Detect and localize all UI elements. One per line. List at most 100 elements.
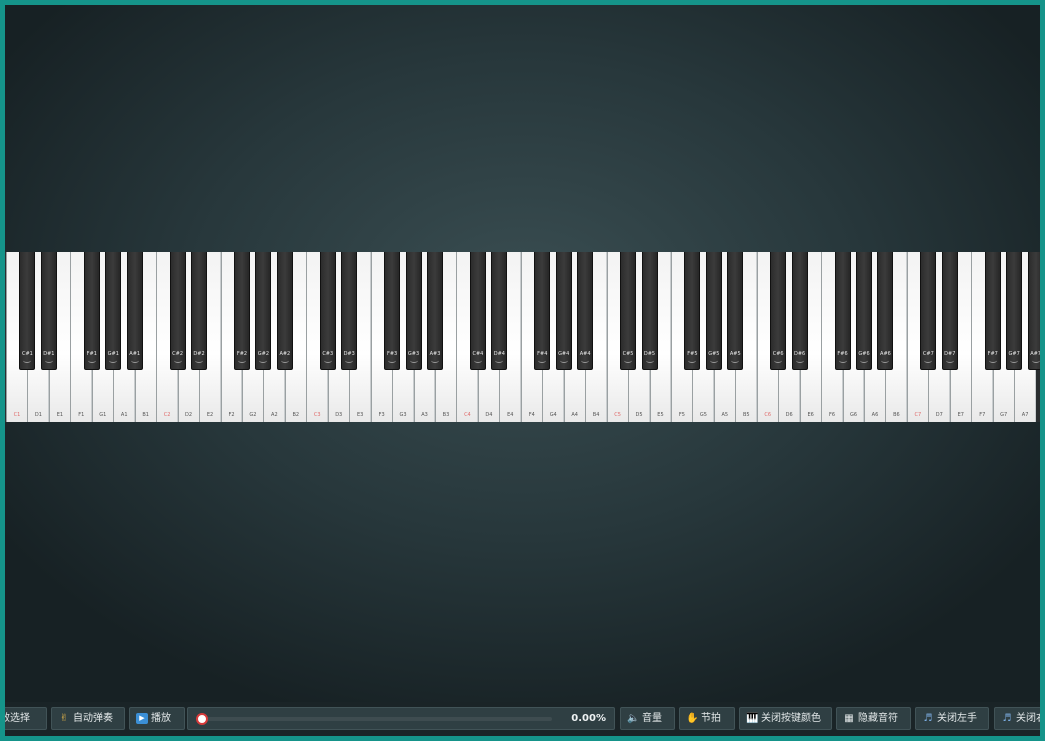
black-key-csharp6[interactable]: C#6: [770, 252, 787, 370]
black-key-dsharp7[interactable]: D#7: [941, 252, 958, 370]
black-key-asharp7[interactable]: A#7: [1027, 252, 1040, 370]
black-key-gsharp3[interactable]: G#3: [405, 252, 422, 370]
right-hand-notes-icon: ♬: [1002, 713, 1012, 724]
white-key-label: F2: [228, 412, 235, 418]
black-key-gsharp1[interactable]: G#1: [105, 252, 122, 370]
black-key-label: A#1: [129, 351, 141, 357]
black-key-arc: [1010, 358, 1019, 363]
black-key-asharp1[interactable]: A#1: [126, 252, 143, 370]
app-window: C1 D1 E1 F1 G1 A1 B1 C2 D2 E2 F2 G2 A2 B2 C3 D3 E3 F3 G3 A3…: [5, 5, 1040, 736]
black-key-fsharp1[interactable]: F#1: [83, 252, 100, 370]
black-key-label: C#4: [472, 351, 484, 357]
black-key-asharp4[interactable]: A#4: [577, 252, 594, 370]
black-key-arc: [195, 358, 204, 363]
black-key-label: F#4: [537, 351, 548, 357]
volume-button[interactable]: 🔈 音量: [620, 707, 675, 730]
black-key-fsharp4[interactable]: F#4: [534, 252, 551, 370]
black-key-arc: [130, 358, 139, 363]
white-key-label: C7: [914, 412, 922, 418]
black-key-fsharp3[interactable]: F#3: [384, 252, 401, 370]
white-key-label: F1: [78, 412, 85, 418]
black-key-gsharp2[interactable]: G#2: [255, 252, 272, 370]
right-hand-button[interactable]: ♬ 关闭右手: [994, 707, 1040, 730]
metronome-button[interactable]: ✋ 节拍: [679, 707, 735, 730]
black-key-arc: [645, 358, 654, 363]
black-key-arc: [23, 358, 32, 363]
white-key-label: D7: [935, 412, 943, 418]
black-key-fsharp2[interactable]: F#2: [233, 252, 250, 370]
white-key-label: F7: [979, 412, 986, 418]
white-key-label: B2: [292, 412, 300, 418]
key-color-button[interactable]: 🎹 关闭按键颜色: [739, 707, 832, 730]
black-key-label: G#6: [858, 351, 870, 357]
black-key-fsharp7[interactable]: F#7: [984, 252, 1001, 370]
black-key-asharp5[interactable]: A#5: [727, 252, 744, 370]
auto-play-button[interactable]: ✌ 自动弹奏: [51, 707, 125, 730]
right-hand-label: 关闭右手: [1016, 713, 1040, 724]
black-key-csharp4[interactable]: C#4: [469, 252, 486, 370]
piano-icon: 🎹: [746, 713, 759, 724]
play-label: 播放: [151, 713, 171, 724]
black-key-asharp2[interactable]: A#2: [276, 252, 293, 370]
left-hand-label: 关闭左手: [937, 713, 977, 724]
black-key-arc: [924, 358, 933, 363]
black-key-gsharp4[interactable]: G#4: [555, 252, 572, 370]
white-key-label: E3: [356, 412, 364, 418]
black-key-label: F#7: [987, 351, 998, 357]
white-key-label: C6: [764, 412, 772, 418]
black-key-label: F#1: [86, 351, 97, 357]
white-key-label: D3: [335, 412, 343, 418]
white-key-label: A4: [571, 412, 578, 418]
black-key-asharp3[interactable]: A#3: [427, 252, 443, 370]
black-key-arc: [559, 358, 568, 363]
black-key-arc: [109, 358, 118, 363]
white-key-label: D6: [785, 412, 793, 418]
black-key-csharp1[interactable]: C#1: [19, 252, 36, 370]
black-key-dsharp1[interactable]: D#1: [40, 252, 57, 370]
black-key-label: C#2: [172, 351, 184, 357]
black-key-dsharp5[interactable]: D#5: [641, 252, 658, 370]
black-key-dsharp6[interactable]: D#6: [791, 252, 808, 370]
black-key-arc: [431, 358, 439, 363]
black-key-label: F#3: [386, 351, 398, 357]
black-key-label: G#2: [257, 351, 270, 357]
black-key-csharp7[interactable]: C#7: [920, 252, 937, 370]
progress-bar[interactable]: 0.00%: [187, 707, 615, 730]
black-key-label: A#7: [1030, 351, 1040, 357]
black-key-label: C#3: [322, 351, 334, 357]
white-key-label: B6: [893, 412, 900, 418]
black-key-csharp3[interactable]: C#3: [319, 252, 336, 370]
clap-icon: ✋: [686, 713, 699, 724]
black-key-csharp2[interactable]: C#2: [169, 252, 186, 370]
notes-icon: ▦: [844, 713, 854, 724]
black-key-asharp6[interactable]: A#6: [877, 252, 894, 370]
hide-notes-button[interactable]: ▦ 隐藏音符: [836, 707, 911, 730]
black-key-dsharp4[interactable]: D#4: [491, 252, 508, 370]
black-key-label: A#2: [279, 351, 291, 357]
white-key-label: D4: [485, 412, 493, 418]
black-key-label: D#3: [343, 351, 355, 357]
black-key-arc: [345, 358, 354, 363]
play-button[interactable]: ▶ 播放: [129, 707, 185, 730]
black-key-label: G#7: [1008, 351, 1020, 357]
black-key-gsharp5[interactable]: G#5: [705, 252, 722, 370]
progress-knob[interactable]: [196, 713, 208, 725]
auto-play-label: 自动弹奏: [73, 713, 113, 724]
black-key-gsharp6[interactable]: G#6: [856, 252, 872, 370]
black-key-fsharp5[interactable]: F#5: [684, 252, 701, 370]
black-key-gsharp7[interactable]: G#7: [1006, 252, 1023, 370]
black-key-label: D#4: [493, 351, 505, 357]
black-key-arc: [1031, 358, 1040, 363]
black-key-csharp5[interactable]: C#5: [620, 252, 637, 370]
hide-notes-label: 隐藏音符: [858, 713, 898, 724]
progress-track[interactable]: [196, 713, 552, 725]
black-key-dsharp2[interactable]: D#2: [191, 252, 208, 370]
black-key-label: D#2: [193, 351, 205, 357]
black-key-dsharp3[interactable]: D#3: [341, 252, 358, 370]
left-hand-button[interactable]: ♬ 关闭左手: [915, 707, 989, 730]
black-key-label: A#5: [729, 351, 741, 357]
black-key-fsharp6[interactable]: F#6: [834, 252, 851, 370]
effect-select-button[interactable]: 音效选择: [5, 707, 47, 730]
white-key-label: F5: [678, 412, 685, 418]
black-key-label: G#1: [107, 351, 119, 357]
